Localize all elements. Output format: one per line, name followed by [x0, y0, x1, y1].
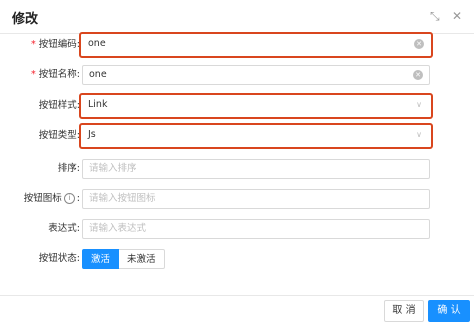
sort-input[interactable]: 请输入排序 — [82, 159, 430, 179]
button-code-input[interactable]: one ✕ — [82, 35, 430, 55]
status-inactive-button[interactable]: 未激活 — [119, 249, 165, 269]
button-name-value: one — [89, 69, 107, 80]
sort-label: 排序: — [57, 163, 80, 174]
clear-icon[interactable]: ✕ — [414, 39, 424, 49]
status-toggle: 激活 未激活 — [82, 249, 165, 269]
button-name-input[interactable]: one ✕ — [82, 65, 430, 85]
button-style-value: Link — [88, 99, 108, 110]
button-style-select[interactable]: Link ∨ — [82, 96, 430, 116]
close-icon[interactable]: ✕ — [452, 10, 462, 22]
button-type-row: 按钮类型: Js ∨ — [0, 121, 474, 151]
button-type-label: 按钮类型: — [38, 130, 80, 141]
button-style-label: 按钮样式: — [38, 100, 80, 111]
button-icon-input[interactable]: 请输入按钮图标 — [82, 189, 430, 209]
info-icon[interactable]: i — [63, 193, 75, 204]
button-status-row: 按钮状态: 激活 未激活 — [0, 244, 474, 274]
button-code-label: * 按钮编码: — [31, 39, 80, 50]
expression-input[interactable]: 请输入表达式 — [82, 219, 430, 239]
status-active-button[interactable]: 激活 — [82, 249, 120, 269]
expression-label: 表达式: — [48, 223, 80, 234]
clear-icon[interactable]: ✕ — [413, 70, 423, 80]
button-status-label: 按钮状态: — [38, 253, 80, 264]
chevron-down-icon: ∨ — [416, 100, 422, 109]
button-icon-row: 按钮图标 i: 请输入按钮图标 — [0, 184, 474, 214]
chevron-down-icon: ∨ — [416, 130, 422, 139]
button-type-select[interactable]: Js ∨ — [82, 126, 430, 146]
confirm-button[interactable]: 确 认 — [428, 300, 470, 322]
cancel-button[interactable]: 取 消 — [384, 300, 424, 322]
sort-row: 排序: 请输入排序 — [0, 154, 474, 184]
expression-row: 表达式: 请输入表达式 — [0, 214, 474, 244]
button-name-label: * 按钮名称: — [31, 69, 80, 80]
button-name-row: * 按钮名称: one ✕ — [0, 60, 474, 90]
button-style-row: 按钮样式: Link ∨ — [0, 91, 474, 121]
modal-title: 修改 — [12, 12, 39, 27]
expand-icon[interactable]: ⤡ — [430, 10, 440, 22]
button-icon-label: 按钮图标 i: — [23, 193, 80, 204]
footer-divider — [0, 295, 474, 296]
button-code-value: one — [88, 38, 106, 49]
button-type-value: Js — [88, 129, 96, 140]
modal-header: 修改 ⤡ ✕ — [0, 0, 474, 34]
button-code-row: * 按钮编码: one ✕ — [0, 30, 474, 60]
